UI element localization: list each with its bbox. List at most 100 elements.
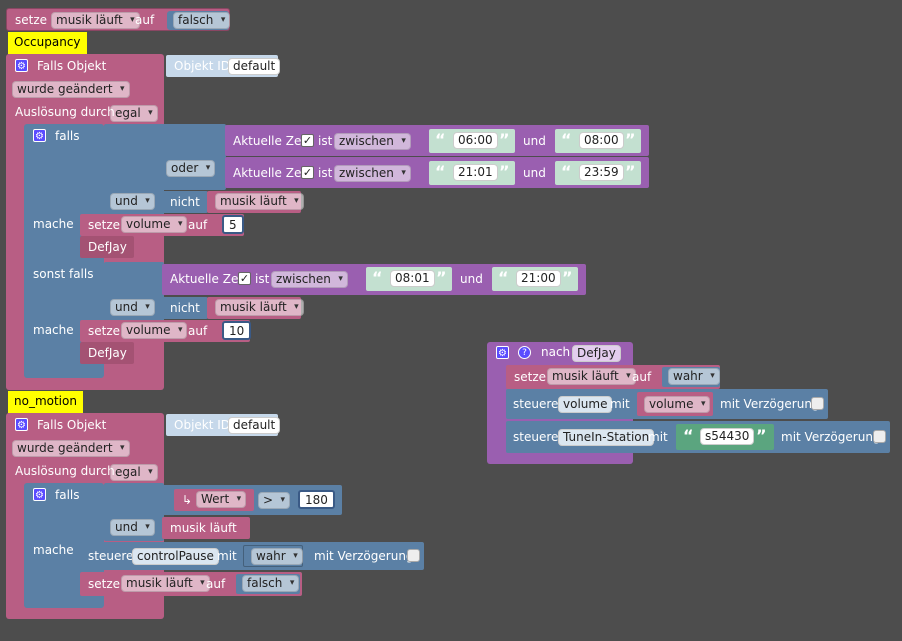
or-block[interactable] (162, 124, 226, 190)
gear-icon[interactable]: ⚙ (15, 418, 28, 431)
trigger-dropdown[interactable]: egal ▾ (110, 464, 158, 481)
variable-get-block[interactable]: musik läuft ▾ (207, 297, 304, 319)
time-from-field[interactable]: 21:01 (453, 164, 498, 181)
gear-icon[interactable]: ⚙ (496, 346, 509, 359)
boolean-dropdown[interactable]: wahr ▾ (251, 548, 303, 565)
time-string-block[interactable]: “ 23:59 ” (555, 161, 641, 185)
aktuelle-zeit-label: Aktuelle Zeit (233, 134, 310, 148)
time-string-block[interactable]: “ 08:00 ” (555, 129, 641, 153)
control-field[interactable]: controlPause (132, 548, 219, 565)
text-block[interactable]: “ s54430 ” (676, 424, 774, 450)
help-icon[interactable]: ? (518, 346, 531, 359)
or-dropdown[interactable]: oder ▾ (166, 160, 216, 177)
call-function-block[interactable]: DefJay (80, 236, 134, 258)
time-string-block[interactable]: “ 08:01 ” (366, 267, 452, 291)
trigger-dropdown[interactable]: egal ▾ (110, 105, 158, 122)
time-condition-1[interactable]: Aktuelle Zeit ✓ ist zwischen ▾ “ 06:00 ” … (225, 125, 649, 156)
function-name-field[interactable]: DefJay (572, 345, 621, 362)
quote-close: ” (625, 162, 636, 181)
time-string-block[interactable]: “ 21:00 ” (492, 267, 578, 291)
value-block[interactable]: wahr ▾ (243, 545, 303, 567)
gear-icon[interactable]: ⚙ (15, 59, 28, 72)
value-block[interactable]: falsch ▾ (236, 574, 300, 594)
value-block[interactable]: wahr ▾ (662, 367, 720, 387)
time-from-field[interactable]: 06:00 (453, 132, 498, 149)
checkbox-icon[interactable]: ✓ (238, 272, 251, 285)
number-field[interactable]: 10 (222, 321, 252, 340)
control-block[interactable]: steuere TuneIn-Station mit “ s54430 ” mi… (506, 421, 890, 453)
compare-op-dropdown[interactable]: > ▾ (258, 492, 291, 509)
variable-get-block[interactable]: musik läuft (162, 517, 250, 539)
time-condition-2[interactable]: Aktuelle Zeit ✓ ist zwischen ▾ “ 21:01 ” … (225, 157, 649, 188)
call-function-block[interactable]: DefJay (80, 342, 134, 364)
control-block[interactable]: steuere volume mit volume ▾ mit Verzögeru… (506, 389, 828, 419)
object-id-field[interactable]: default (228, 58, 281, 75)
set-volume-block[interactable]: setze volume ▾ auf 10 (80, 320, 252, 342)
control-block[interactable]: steuere controlPause mit wahr ▾ mit Verzö… (80, 542, 424, 570)
checkbox-icon[interactable]: ✓ (301, 166, 314, 179)
und-label: und (523, 166, 546, 180)
op-dropdown[interactable]: zwischen ▾ (271, 271, 348, 288)
variable-dropdown[interactable]: musik läuft ▾ (215, 299, 304, 316)
op-dropdown[interactable]: zwischen ▾ (334, 133, 411, 150)
variable-dropdown[interactable]: volume ▾ (644, 396, 711, 413)
value-block[interactable]: falsch ▾ (167, 11, 231, 30)
op-dropdown[interactable]: zwischen ▾ (334, 165, 411, 182)
time-string-block[interactable]: “ 06:00 ” (429, 129, 515, 153)
not-block[interactable]: nicht (162, 191, 208, 213)
not-block[interactable]: nicht (162, 297, 208, 319)
variable-get-block[interactable]: volume ▾ (637, 392, 713, 416)
quote-open: “ (498, 268, 509, 287)
station-field[interactable]: s54430 (700, 428, 755, 445)
object-id-block[interactable]: Objekt ID default (166, 55, 281, 77)
und-label: und (523, 134, 546, 148)
objekt-id-label: Objekt ID (174, 59, 231, 73)
top-set-block[interactable]: setze musik läuft ▾ auf falsch ▾ (6, 8, 231, 31)
checkbox-icon[interactable]: ✓ (301, 134, 314, 147)
time-condition-3[interactable]: Aktuelle Zeit ✓ ist zwischen ▾ “ 08:01 ” … (162, 264, 586, 295)
changed-dropdown[interactable]: wurde geändert ▾ (12, 81, 130, 98)
comment-occupancy[interactable]: Occupancy (8, 32, 87, 54)
boolean-dropdown[interactable]: wahr ▾ (668, 368, 720, 385)
comment-no-motion[interactable]: no_motion (8, 391, 83, 413)
and-dropdown[interactable]: und ▾ (110, 299, 155, 316)
aktuelle-zeit-label: Aktuelle Zeit (170, 272, 247, 286)
set-block[interactable]: setze musik läuft ▾ auf falsch ▾ (80, 572, 302, 596)
number-field[interactable]: 5 (222, 215, 244, 234)
and-dropdown[interactable]: und ▾ (110, 193, 155, 210)
boolean-dropdown[interactable]: falsch ▾ (173, 12, 231, 29)
value-dropdown[interactable]: Wert ▾ (196, 491, 247, 508)
time-to-field[interactable]: 23:59 (579, 164, 624, 181)
nicht-label: nicht (170, 301, 200, 315)
variable-dropdown[interactable]: volume ▾ (121, 216, 188, 233)
ist-label: ist (318, 134, 333, 148)
time-to-field[interactable]: 08:00 (579, 132, 624, 149)
set-volume-block[interactable]: setze volume ▾ auf 5 (80, 214, 244, 236)
variable-get-block[interactable]: musik läuft ▾ (207, 191, 304, 213)
variable-dropdown[interactable]: volume ▾ (121, 322, 188, 339)
boolean-dropdown[interactable]: falsch ▾ (242, 575, 300, 592)
delay-checkbox[interactable] (811, 397, 824, 410)
time-string-block[interactable]: “ 21:01 ” (429, 161, 515, 185)
time-from-field[interactable]: 08:01 (390, 270, 435, 287)
time-to-field[interactable]: 21:00 (516, 270, 561, 287)
changed-dropdown[interactable]: wurde geändert ▾ (12, 440, 130, 457)
gear-icon[interactable]: ⚙ (33, 129, 46, 142)
object-id-block[interactable]: Objekt ID default (166, 414, 281, 436)
object-id-field[interactable]: default (228, 417, 281, 434)
delay-checkbox[interactable] (407, 549, 420, 562)
variable-dropdown[interactable]: musik läuft ▾ (121, 575, 210, 592)
set-block[interactable]: setze musik läuft ▾ auf wahr ▾ (506, 365, 720, 389)
variable-dropdown[interactable]: musik läuft ▾ (547, 368, 636, 385)
variable-dropdown[interactable]: musik läuft ▾ (51, 12, 140, 29)
variable-dropdown[interactable]: musik läuft ▾ (215, 193, 304, 210)
compare-block[interactable]: ↳ Wert ▾ > ▾ 180 (162, 485, 342, 515)
and-dropdown[interactable]: und ▾ (110, 519, 155, 536)
value-get-block[interactable]: ↳ Wert ▾ (174, 489, 254, 511)
gear-icon[interactable]: ⚙ (33, 488, 46, 501)
delay-checkbox[interactable] (873, 430, 886, 443)
compare-value-field[interactable]: 180 (298, 490, 335, 509)
setze-label: setze (15, 13, 48, 27)
control-field[interactable]: volume (558, 396, 613, 413)
control-field[interactable]: TuneIn-Station (558, 429, 655, 446)
